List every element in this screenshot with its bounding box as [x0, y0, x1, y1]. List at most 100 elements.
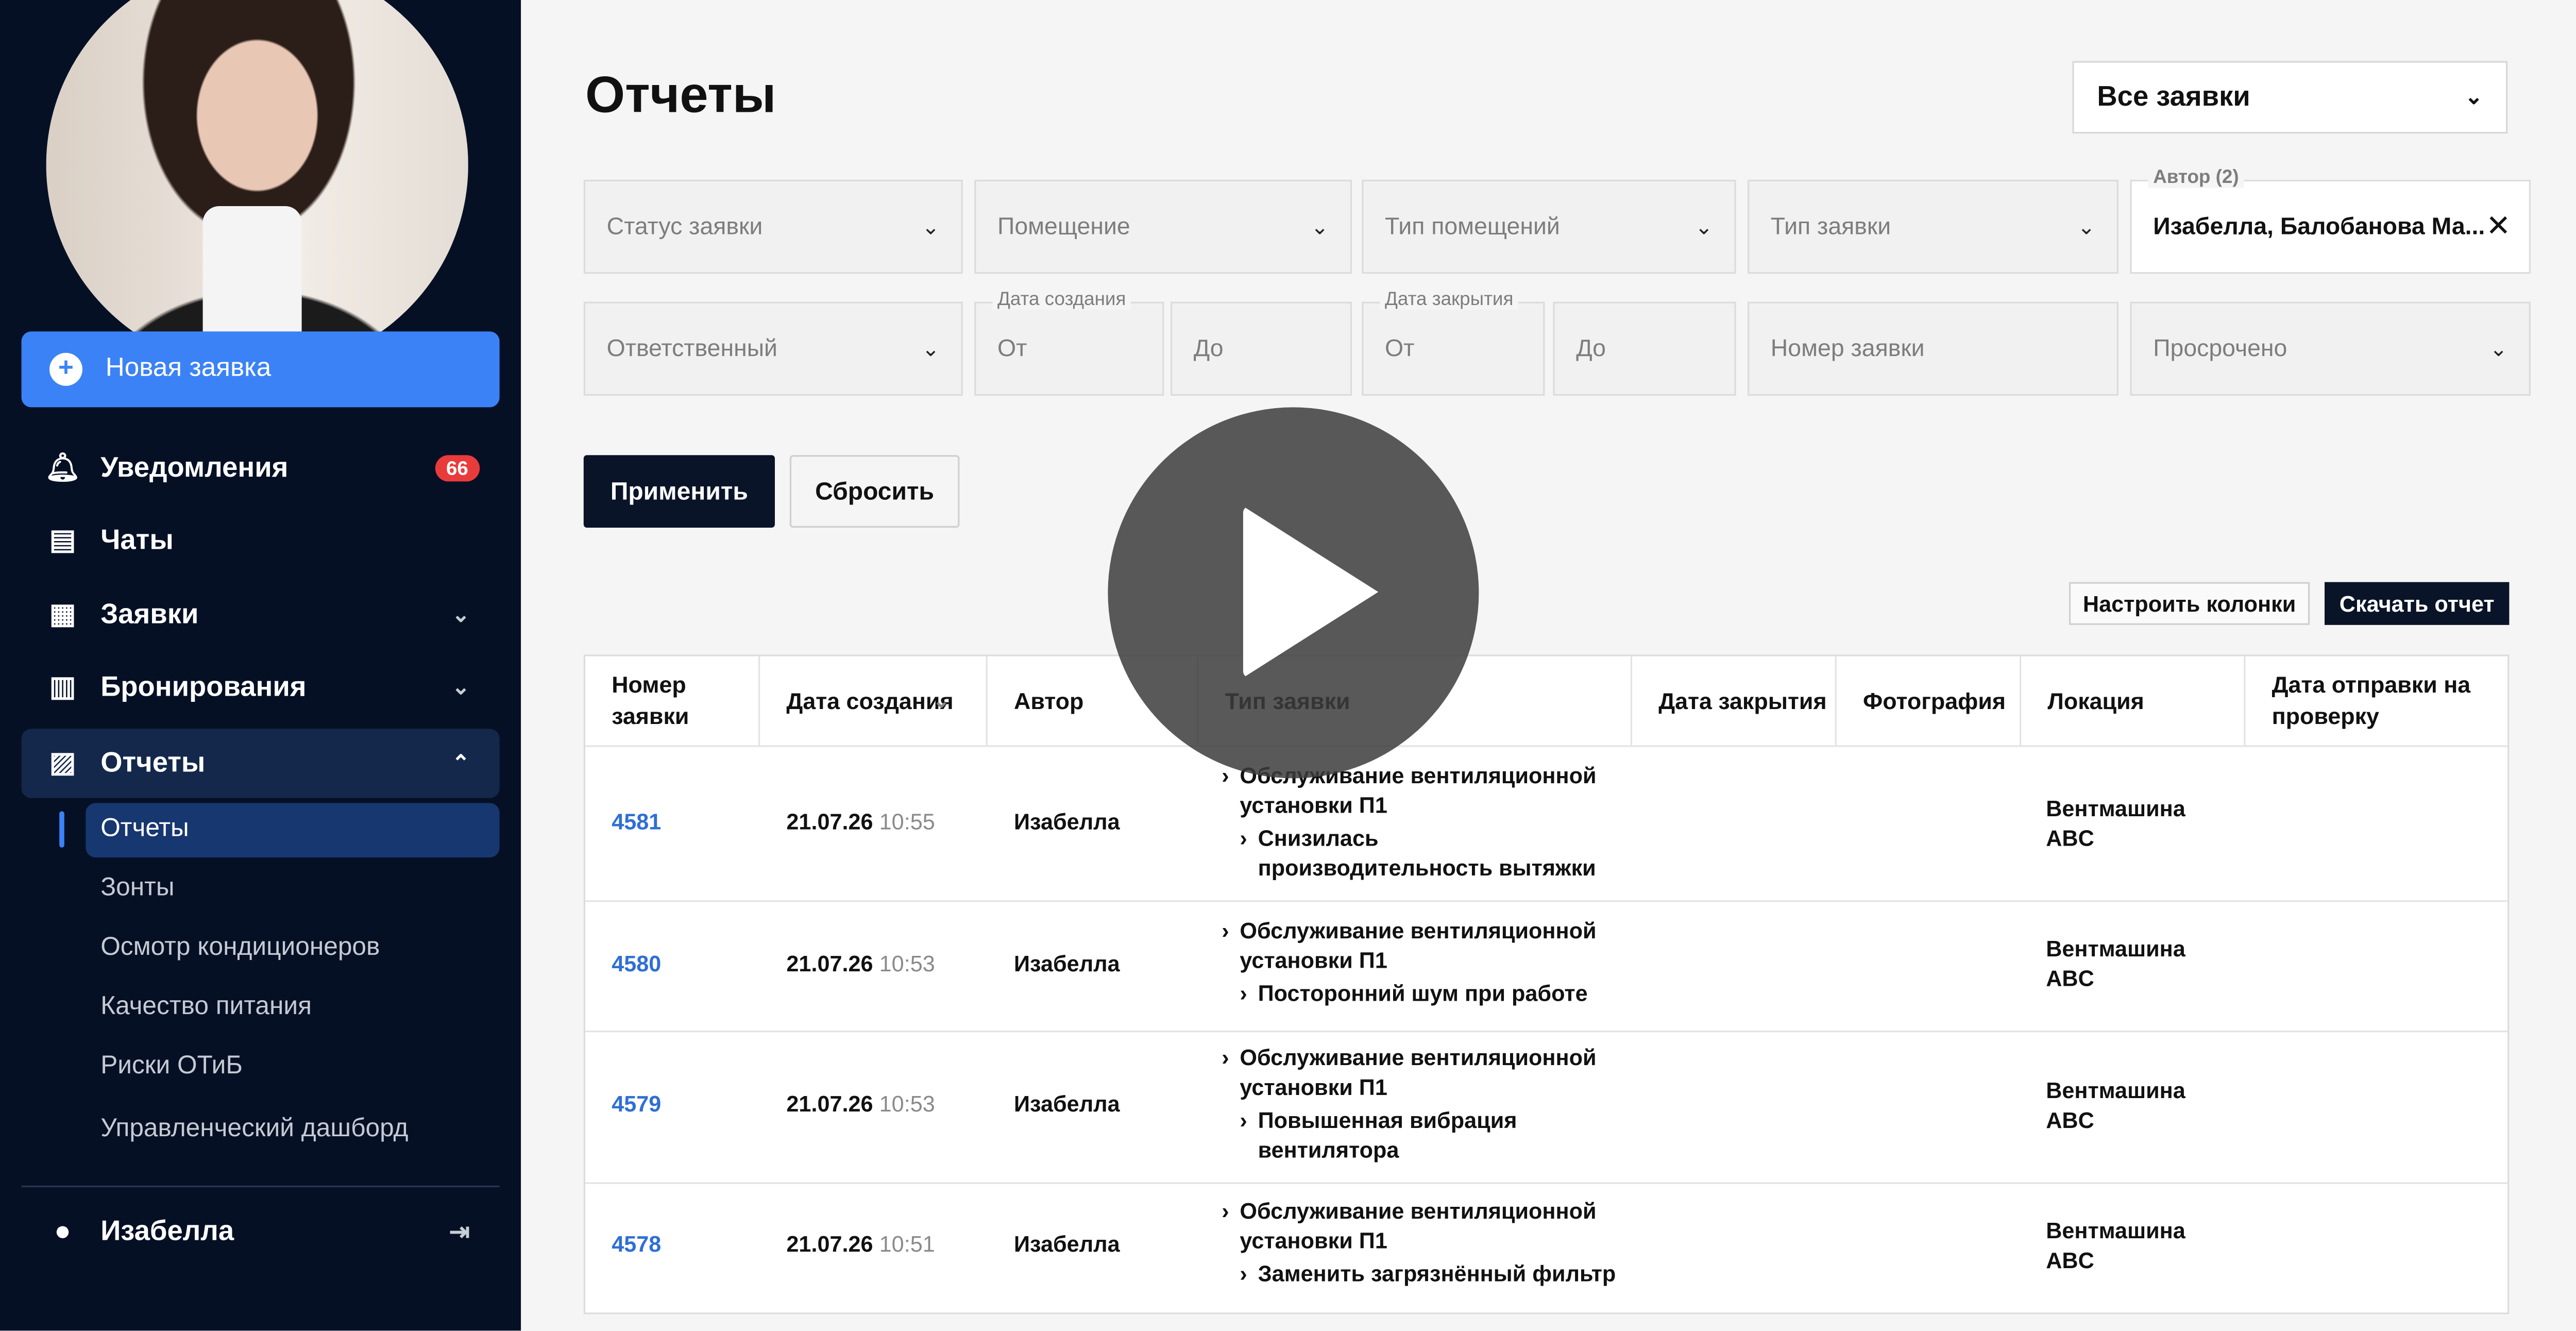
type-cell: Обслуживание вентиляционной установки П1… [1222, 762, 1617, 884]
sub-item-ac-inspection[interactable]: Осмотр кондиционеров [100, 933, 380, 963]
request-type-filter-placeholder: Тип заявки [1770, 213, 1891, 240]
sidebar-item-label: Отчеты [100, 747, 206, 779]
responsible-filter[interactable]: Ответственный ⌄ [583, 301, 963, 396]
type-parent: Обслуживание вентиляционной установки П1 [1222, 1197, 1617, 1256]
sidebar-item-bookings[interactable]: ▥ Бронирования ⌄ [22, 653, 500, 722]
closed-date-label: Дата закрытия [1380, 290, 1519, 310]
table-row[interactable]: 4581 21.07.26 10:55 Изабелла Обслуживани… [585, 745, 2508, 902]
column-header-review-date[interactable]: Дата отправки на проверку [2245, 656, 2509, 746]
location-cell: Вентмашина ABC [2046, 796, 2185, 851]
type-cell: Обслуживание вентиляционной установки П1… [1222, 1044, 1617, 1166]
request-number-link[interactable]: 4579 [612, 1091, 661, 1116]
created-from-input[interactable]: Дата создания От [974, 290, 1164, 396]
sidebar-item-reports[interactable]: ▨ Отчеты ⌃ [21, 729, 500, 798]
sub-item-umbrellas[interactable]: Зонты [100, 874, 174, 904]
reset-button[interactable]: Сбросить [789, 455, 960, 528]
user-profile[interactable]: ● Изабелла ⇥ [22, 1197, 500, 1266]
notifications-badge: 66 [434, 455, 480, 482]
report-icon: ▨ [49, 747, 76, 779]
logout-icon[interactable]: ⇥ [449, 1217, 470, 1246]
chevron-down-icon: ⌄ [2465, 84, 2483, 109]
created-to-input[interactable]: До [1171, 301, 1352, 396]
time-value: 10:53 [879, 951, 935, 976]
sidebar-item-label: Чаты [100, 524, 174, 556]
type-cell: Обслуживание вентиляционной установки П1… [1222, 917, 1617, 1009]
bell-icon: 🔔︎ [45, 451, 81, 483]
video-play-button[interactable] [1108, 407, 1479, 779]
sub-item-reports[interactable]: Отчеты [100, 815, 189, 845]
sub-item-risks[interactable]: Риски ОТиБ [100, 1052, 243, 1082]
sidebar-item-requests[interactable]: ▦ Заявки ⌄ [22, 580, 500, 649]
status-filter-placeholder: Статус заявки [606, 213, 763, 240]
request-number-link[interactable]: 4580 [612, 951, 661, 976]
column-header-location[interactable]: Локация [2021, 656, 2246, 746]
closed-from-input[interactable]: Дата закрытия От [1362, 290, 1545, 396]
overdue-filter[interactable]: Просрочено ⌄ [2130, 301, 2531, 396]
sidebar: + Новая заявка 🔔︎ Уведомления 66 ▤ Чаты … [0, 0, 521, 1331]
time-value: 10:51 [879, 1232, 935, 1257]
chevron-down-icon: ⌄ [452, 602, 470, 627]
sidebar-item-notifications[interactable]: 🔔︎ Уведомления 66 [22, 434, 500, 503]
request-number-link[interactable]: 4581 [612, 810, 661, 834]
close-icon[interactable]: ✕ [2486, 209, 2511, 244]
closed-to-input[interactable]: До [1553, 301, 1736, 396]
scope-select-value: Все заявки [2097, 80, 2250, 112]
sidebar-item-label: Уведомления [100, 451, 289, 483]
column-header-closed[interactable]: Дата закрытия [1632, 656, 1837, 746]
created-date: 21.07.26 10:53 [786, 1091, 935, 1116]
chevron-up-icon: ⌃ [452, 750, 470, 775]
user-icon: ● [54, 1215, 72, 1247]
created-date-label: Дата создания [992, 290, 1131, 310]
table-row[interactable]: 4579 21.07.26 10:53 Изабелла Обслуживани… [585, 1031, 2508, 1184]
chevron-down-icon: ⌄ [1311, 213, 1329, 239]
plus-icon: + [49, 352, 82, 386]
author-filter[interactable]: Автор (2) Изабелла, Балобанова Ма... ✕ [2130, 168, 2531, 274]
scope-select[interactable]: Все заявки ⌄ [2072, 61, 2508, 134]
reports-table: Номер заявки Дата создания ⌄ Автор Тип з… [583, 654, 2510, 1316]
created-to-placeholder: До [1193, 335, 1224, 362]
status-filter[interactable]: Статус заявки ⌄ [583, 179, 963, 274]
request-number-link[interactable]: 4578 [612, 1232, 661, 1256]
download-report-button[interactable]: Скачать отчет [2325, 582, 2510, 625]
type-child: Повышенная вибрация вентилятора [1222, 1106, 1617, 1166]
column-header-label: Дата создания [786, 686, 954, 713]
main-content: Отчеты Все заявки ⌄ Статус заявки ⌄ Поме… [521, 0, 2576, 1331]
user-name: Изабелла [100, 1215, 234, 1247]
type-child: Снизилась производительность вытяжки [1222, 824, 1617, 884]
sidebar-divider [21, 1185, 500, 1187]
room-filter[interactable]: Помещение ⌄ [974, 179, 1352, 274]
chat-icon: ▤ [49, 524, 76, 556]
clipboard-icon: ▦ [49, 598, 76, 630]
request-number-placeholder: Номер заявки [1770, 335, 1925, 362]
created-date: 21.07.26 10:53 [786, 951, 935, 976]
column-header-number[interactable]: Номер заявки [585, 656, 760, 746]
column-header-created[interactable]: Дата создания ⌄ [760, 656, 988, 746]
new-request-button[interactable]: + Новая заявка [21, 331, 500, 408]
type-cell: Обслуживание вентиляционной установки П1… [1222, 1197, 1617, 1289]
table-row[interactable]: 4578 21.07.26 10:51 Изабелла Обслуживани… [585, 1182, 2508, 1316]
type-parent: Обслуживание вентиляционной установки П1 [1222, 917, 1617, 976]
overdue-filter-placeholder: Просрочено [2153, 335, 2287, 362]
webcam-avatar [46, 0, 468, 371]
created-from-placeholder: От [997, 335, 1027, 362]
responsible-filter-placeholder: Ответственный [606, 335, 777, 362]
sidebar-item-chats[interactable]: ▤ Чаты [22, 506, 500, 575]
table-row[interactable]: 4580 21.07.26 10:53 Изабелла Обслуживани… [585, 900, 2508, 1032]
room-filter-placeholder: Помещение [997, 213, 1130, 240]
page-title: Отчеты [585, 66, 776, 124]
apply-button[interactable]: Применить [583, 455, 775, 528]
room-type-filter[interactable]: Тип помещений ⌄ [1362, 179, 1736, 274]
sidebar-item-label: Заявки [100, 598, 199, 630]
author-cell: Изабелла [1014, 810, 1120, 835]
configure-columns-button[interactable]: Настроить колонки [2069, 582, 2310, 625]
column-header-photo[interactable]: Фотография [1837, 656, 2022, 746]
author-cell: Изабелла [1014, 1091, 1120, 1117]
sub-item-dashboard[interactable]: Управленческий дашборд [100, 1115, 408, 1144]
chevron-down-icon: ⌄ [922, 213, 940, 239]
request-number-input[interactable]: Номер заявки [1748, 301, 2119, 396]
avatar-shirt [202, 206, 302, 338]
request-type-filter[interactable]: Тип заявки ⌄ [1748, 179, 2119, 274]
chevron-down-icon: ⌄ [452, 674, 470, 699]
chevron-down-icon: ⌄ [2077, 213, 2096, 239]
sub-item-food-quality[interactable]: Качество питания [100, 992, 312, 1022]
